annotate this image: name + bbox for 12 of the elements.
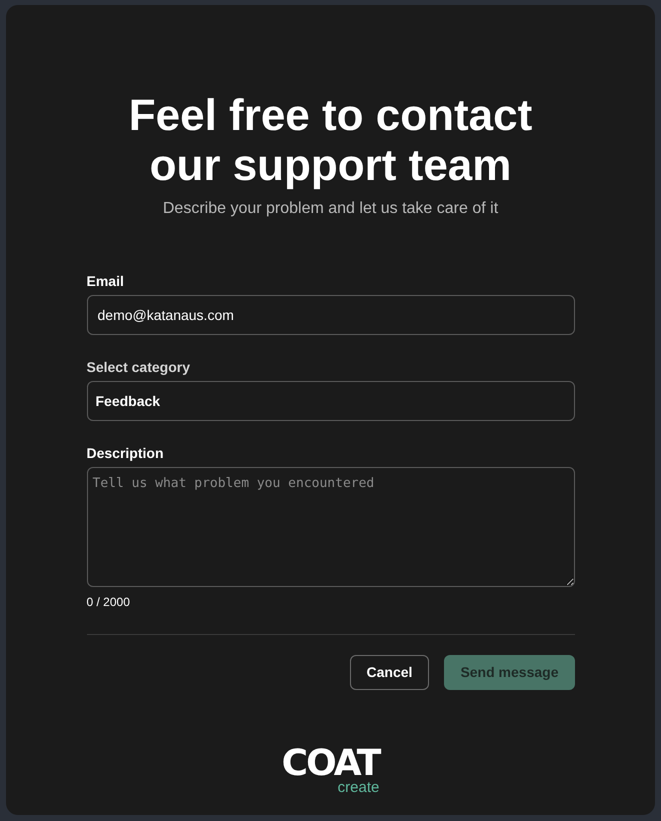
logo-wordmark: COAT [282,748,380,780]
field-label: Description [86,444,165,463]
field-label: Select category [86,358,191,377]
category-select[interactable]: Feedback [86,381,574,421]
field-label: Email [86,272,125,291]
email-field[interactable]: demo@katanaus.com [86,295,574,335]
character-counter: 0 / 2000 [86,594,130,611]
cancel-button[interactable]: Cancel [350,655,430,690]
description-field[interactable]: Tell us what problem you encountered [86,467,574,587]
logo-tagline: create [338,780,380,796]
dialog-title: Feel free to contact our support team [128,91,534,191]
dialog-subtitle: Describe your problem and let us take care of it [162,199,498,219]
